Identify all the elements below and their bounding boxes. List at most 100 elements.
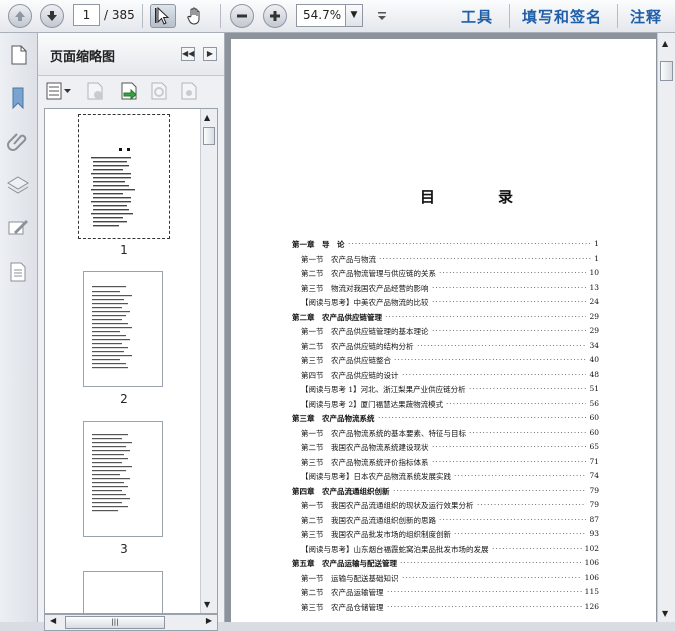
toc-chapter[interactable]: 第四章 农产品流通组织创新 ···························… (231, 486, 656, 498)
toc-chapter[interactable]: 第五章 农产品运输与配送管理 ··························… (231, 558, 656, 570)
toc-section[interactable]: 第四节 农产品供应链的设计 ···························… (231, 370, 656, 382)
scrollbar-thumb[interactable] (660, 61, 673, 81)
scroll-down-arrow[interactable]: ▼ (204, 600, 210, 609)
scroll-left-arrow[interactable]: ◀ (50, 616, 56, 625)
toc-page-number: 71 (589, 456, 599, 466)
main-toolbar: 1 / 385 54.7% ▼ 工具 填写和签名 注释 (0, 0, 675, 33)
page-number-input[interactable]: 1 (73, 4, 100, 26)
scroll-right-arrow[interactable]: ▶ (206, 616, 212, 625)
collapse-panel-button[interactable]: ◀◀ (181, 47, 195, 61)
content-button[interactable] (6, 260, 30, 284)
document-page: 目 录 第一章 导 论 ·····························… (231, 39, 656, 622)
toc-section[interactable]: 第一节 运输与配送基础知识 ···························… (231, 573, 656, 585)
thumbnail-options-icon[interactable] (46, 82, 72, 100)
panel-header: 页面缩略图 ◀◀ ▶ (38, 33, 224, 76)
toc-entry-title: 第三节 农产品供应链整合 (301, 356, 391, 365)
toc-page-number: 126 (584, 601, 599, 611)
attachments-button[interactable] (6, 130, 30, 154)
toc-section[interactable]: 第二节 农产品运输管理 ·····························… (231, 587, 656, 599)
toc-entry-title: 第四章 农产品流通组织创新 (292, 486, 390, 496)
toolbar-divider (142, 4, 143, 28)
toc-section[interactable]: 第三节 农产品供应链整合 ····························… (231, 355, 656, 367)
toc-leader-dots: ········································… (348, 239, 591, 248)
page-thumbnail[interactable] (83, 571, 163, 613)
toc-chapter[interactable]: 第三章 农产品物流系统 ·····························… (231, 413, 656, 425)
scrollbar-thumb[interactable] (203, 127, 215, 145)
toc-section[interactable]: 【阅读与思考】山东烟台福霞蛇窝泊果品批发市场的发展 ···············… (231, 544, 656, 556)
page-thumbnail[interactable] (83, 421, 163, 537)
toc-entry-title: 第一节 我国农产品流通组织的现状及运行效果分析 (301, 501, 474, 510)
thumbnail-hscrollbar[interactable]: ◀ ||| ▶ (44, 614, 218, 631)
toc-section[interactable]: 第三节 我国农产品批发市场的组织制度创新 ····················… (231, 529, 656, 541)
toc-entry-title: 第三节 我国农产品批发市场的组织制度创新 (301, 530, 451, 539)
plus-icon (270, 11, 280, 21)
panel-menu-button[interactable]: ▶ (203, 47, 217, 61)
insert-page-icon[interactable] (118, 80, 140, 102)
toc-section[interactable]: 【阅读与思考 2】厦门福慧达果蔬物流模式 ····················… (231, 399, 656, 411)
scroll-up-arrow[interactable]: ▲ (204, 113, 210, 122)
select-tool-button[interactable] (150, 4, 176, 28)
toc-section[interactable]: 第二节 农产品供应链的结构分析 ·························… (231, 341, 656, 353)
zoom-level-input[interactable]: 54.7% (296, 4, 346, 27)
zoom-out-button[interactable] (230, 4, 254, 28)
delete-page-icon[interactable] (84, 80, 106, 102)
thumbnail-scrollbar[interactable]: ▲ ▼ (200, 109, 217, 613)
toolbar-divider (617, 4, 618, 28)
toc-section[interactable]: 第一节 农产品物流系统的基本要素、特征与目标 ··················… (231, 428, 656, 440)
toc-entry-title: 第一节 运输与配送基础知识 (301, 573, 399, 583)
toc-entry-title: 第一节 农产品与物流 (301, 254, 376, 264)
toc-section[interactable]: 【阅读与思考 1】河北、浙江梨果产业供应链分析 ·················… (231, 384, 656, 396)
rotate-page-icon[interactable] (148, 80, 170, 102)
paperclip-icon (7, 133, 27, 151)
double-chevron-left-icon: ◀◀ (182, 49, 195, 58)
expand-menu-icon (378, 12, 386, 20)
toc-section[interactable]: 第二节 我国农产品流通组织创新的思路 ······················… (231, 515, 656, 527)
toc-chapter[interactable]: 第一章 导 论 ·································… (231, 239, 656, 251)
comment-link[interactable]: 注释 (630, 6, 662, 27)
panel-title: 页面缩略图 (50, 50, 116, 65)
thumbnail-list[interactable]: 1 2 3 ▲ ▼ (44, 108, 218, 614)
signatures-button[interactable] (6, 216, 30, 240)
bookmarks-button[interactable] (6, 86, 30, 110)
toc-leader-dots: ········································… (439, 268, 586, 277)
toc-page-number: 60 (589, 413, 599, 422)
layers-button[interactable] (6, 173, 30, 197)
zoom-in-button[interactable] (263, 4, 287, 28)
toc-entry-title: 【阅读与思考 1】河北、浙江梨果产业供应链分析 (301, 385, 466, 394)
document-scrollbar[interactable]: ▲ ▼ (657, 33, 675, 622)
document-view[interactable]: 目 录 第一章 导 论 ·····························… (225, 33, 675, 622)
toc-section[interactable]: 第一节 农产品与物流 ······························… (231, 254, 656, 266)
tools-link[interactable]: 工具 (461, 6, 493, 27)
toc-section[interactable]: 第三节 农产品仓储管理 ·····························… (231, 602, 656, 614)
toc-page-number: 51 (589, 384, 599, 393)
hscrollbar-thumb[interactable]: ||| (65, 616, 165, 629)
toc-entry-title: 第五章 农产品运输与配送管理 (292, 559, 397, 568)
fill-sign-link[interactable]: 填写和签名 (522, 6, 602, 27)
page-properties-icon[interactable] (178, 80, 200, 102)
next-page-button[interactable] (40, 4, 64, 28)
toc-section[interactable]: 【阅读与思考】中美农产品物流的比较 ·······················… (231, 297, 656, 309)
page-thumbnail[interactable] (83, 271, 163, 387)
toc-page-number: 29 (589, 326, 599, 335)
toc-section[interactable]: 第二节 农产品物流管理与供应链的关系 ······················… (231, 268, 656, 280)
hand-tool-button[interactable] (183, 4, 207, 28)
toc-page-number: 65 (589, 442, 599, 451)
scroll-up-arrow[interactable]: ▲ (662, 39, 668, 48)
toc-entry-title: 第三节 农产品仓储管理 (301, 602, 384, 612)
toc-chapter[interactable]: 第二章 农产品供应链管理 ····························… (231, 312, 656, 324)
toc-section[interactable]: 第三节 物流对我国农产品经营的影响 ·······················… (231, 283, 656, 295)
toolbar-divider (220, 4, 221, 28)
previous-page-button[interactable] (8, 4, 32, 28)
toc-section[interactable]: 【阅读与思考】日本农产品物流系统发展实践 ····················… (231, 471, 656, 483)
toc-section[interactable]: 第三节 农产品物流系统评价指标体系 ·······················… (231, 457, 656, 469)
page-thumbnail[interactable] (78, 114, 170, 239)
scroll-down-arrow[interactable]: ▼ (662, 609, 668, 618)
toc-section[interactable]: 第一节 我国农产品流通组织的现状及运行效果分析 ·················… (231, 500, 656, 512)
page-total: / 385 (104, 8, 135, 22)
toolbar-options-button[interactable] (372, 4, 392, 28)
toc-leader-dots: ········································… (469, 427, 586, 437)
toc-section[interactable]: 第二节 我国农产品物流系统建设现状 ·······················… (231, 442, 656, 454)
toc-section[interactable]: 第一节 农产品供应链管理的基本理论 ·······················… (231, 326, 656, 338)
zoom-dropdown-button[interactable]: ▼ (346, 4, 363, 27)
toc-entry-title: 第一节 农产品物流系统的基本要素、特征与目标 (301, 428, 466, 438)
